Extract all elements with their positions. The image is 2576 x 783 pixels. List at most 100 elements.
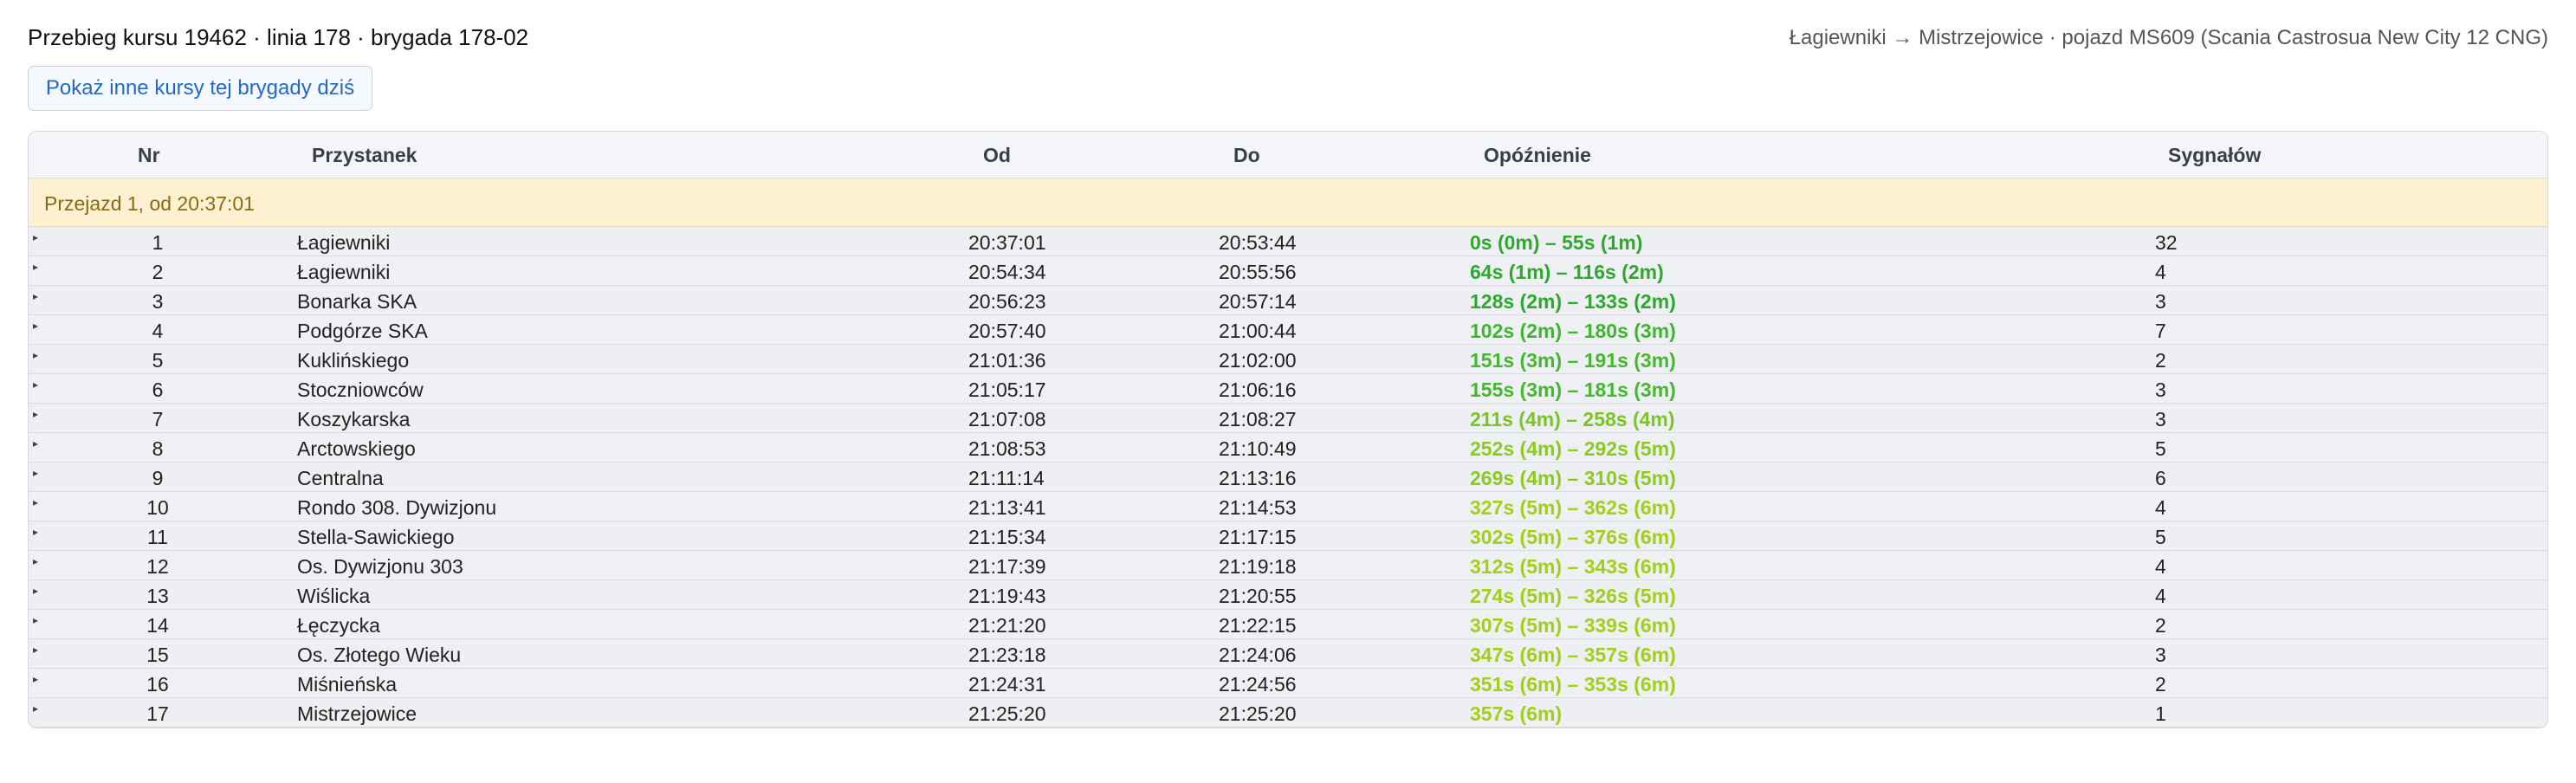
delay-range: 151s (3m) – 191s (3m) [1470, 349, 1676, 372]
delay-range: 128s (2m) – 133s (2m) [1470, 290, 1676, 313]
time-to: 21:14:53 [1219, 496, 1297, 519]
table-row[interactable]: ▸ 2 Łagiewniki 20:54:34 20:55:56 64s (1m) – 1… [29, 256, 2547, 286]
time-from: 21:23:18 [968, 644, 1046, 666]
signal-count: 32 [2155, 231, 2178, 254]
table-row[interactable]: ▸ 9 Centralna 21:11:14 21:13:16 269s (4m) – 3… [29, 463, 2547, 492]
table-row[interactable]: ▸ 1 Łagiewniki 20:37:01 20:53:44 0s (0m) – 55… [29, 227, 2547, 256]
expand-row-icon[interactable]: ▸ [33, 437, 38, 450]
stop-name: Os. Dywizjonu 303 [297, 555, 463, 578]
table-row[interactable]: ▸ 17 Mistrzejowice 21:25:20 21:25:20 357s (6m… [29, 698, 2547, 728]
expand-row-icon[interactable]: ▸ [33, 320, 38, 332]
delay-range: 0s (0m) – 55s (1m) [1470, 231, 1643, 254]
time-to: 21:10:49 [1219, 437, 1297, 460]
table-header: Nr Przystanek Od Do Opóźnienie Sygnałów [29, 132, 2547, 178]
expand-row-icon[interactable]: ▸ [33, 555, 38, 567]
signal-count: 2 [2155, 614, 2166, 637]
stop-name: Wiślicka [297, 585, 371, 607]
signal-count: 5 [2155, 437, 2166, 460]
stop-number: 4 [152, 320, 164, 342]
stop-number: 1 [152, 231, 164, 254]
stop-number: 12 [146, 555, 169, 578]
time-to: 21:13:16 [1219, 467, 1297, 489]
expand-row-icon[interactable]: ▸ [33, 614, 38, 626]
delay-range: 351s (6m) – 353s (6m) [1470, 673, 1676, 696]
stop-name: Os. Złotego Wieku [297, 644, 462, 666]
time-to: 21:22:15 [1219, 614, 1297, 637]
stop-number: 2 [152, 261, 164, 283]
signal-count: 3 [2155, 379, 2166, 401]
delay-range: 347s (6m) – 357s (6m) [1470, 644, 1676, 666]
expand-row-icon[interactable]: ▸ [33, 467, 38, 479]
time-to: 21:24:06 [1219, 644, 1297, 666]
stop-name: Mistrzejowice [297, 702, 417, 725]
stop-name: Łagiewniki [297, 261, 391, 283]
stop-number: 6 [152, 379, 164, 401]
expand-row-icon[interactable]: ▸ [33, 290, 38, 302]
column-header-nr: Nr [138, 144, 160, 166]
table-row[interactable]: ▸ 14 Łęczycka 21:21:20 21:22:15 307s (5m) – 3… [29, 610, 2547, 639]
column-header-signals: Sygnałów [2168, 144, 2262, 166]
stop-name: Podgórze SKA [297, 320, 428, 342]
expand-row-icon[interactable]: ▸ [33, 261, 38, 273]
stop-number: 3 [152, 290, 164, 313]
time-to: 21:00:44 [1219, 320, 1297, 342]
route-vehicle-info: Łagiewniki → Mistrzejowice · pojazd MS60… [1789, 26, 2548, 49]
expand-row-icon[interactable]: ▸ [33, 644, 38, 656]
time-to: 21:24:56 [1219, 673, 1297, 696]
stop-name: Łagiewniki [297, 231, 391, 254]
time-from: 21:24:31 [968, 673, 1046, 696]
table-row[interactable]: ▸ 7 Koszykarska 21:07:08 21:08:27 211s (4m) –… [29, 404, 2547, 433]
table-row[interactable]: ▸ 4 Podgórze SKA 20:57:40 21:00:44 102s (2m) … [29, 315, 2547, 345]
table-row[interactable]: ▸ 11 Stella-Sawickiego 21:15:34 21:17:15 302s… [29, 521, 2547, 551]
column-header-delay: Opóźnienie [1484, 144, 1591, 166]
time-from: 21:19:43 [968, 585, 1046, 607]
time-to: 21:02:00 [1219, 349, 1297, 372]
time-to: 21:20:55 [1219, 585, 1297, 607]
expand-row-icon[interactable]: ▸ [33, 673, 38, 685]
expand-row-icon[interactable]: ▸ [33, 231, 38, 243]
show-other-trips-button[interactable]: Pokaż inne kursy tej brygady dziś [28, 66, 372, 111]
expand-row-icon[interactable]: ▸ [33, 379, 38, 391]
stop-name: Miśnieńska [297, 673, 398, 696]
table-row[interactable]: ▸ 3 Bonarka SKA 20:56:23 20:57:14 128s (2m) –… [29, 286, 2547, 315]
stop-number: 9 [152, 467, 164, 489]
expand-row-icon[interactable]: ▸ [33, 526, 38, 538]
stop-number: 13 [146, 585, 169, 607]
time-from: 21:05:17 [968, 379, 1046, 401]
table-row[interactable]: ▸ 15 Os. Złotego Wieku 21:23:18 21:24:06 347s… [29, 639, 2547, 669]
stop-number: 8 [152, 437, 164, 460]
time-from: 21:11:14 [968, 467, 1045, 489]
stop-number: 10 [146, 496, 169, 519]
time-to: 21:08:27 [1219, 408, 1297, 430]
stop-number: 14 [146, 614, 169, 637]
table-row[interactable]: ▸ 8 Arctowskiego 21:08:53 21:10:49 252s (4m) … [29, 433, 2547, 463]
stop-name: Łęczycka [297, 614, 380, 637]
delay-range: 357s (6m) [1470, 702, 1563, 725]
delay-range: 274s (5m) – 326s (5m) [1470, 585, 1676, 607]
table-row[interactable]: ▸ 12 Os. Dywizjonu 303 21:17:39 21:19:18 312s… [29, 551, 2547, 580]
trip-group-header: Przejazd 1, od 20:37:01 [29, 178, 2547, 227]
time-to: 21:06:16 [1219, 379, 1297, 401]
signal-count: 2 [2155, 673, 2166, 696]
signal-count: 6 [2155, 467, 2166, 489]
signal-count: 5 [2155, 526, 2166, 548]
expand-row-icon[interactable]: ▸ [33, 349, 38, 361]
table-row[interactable]: ▸ 16 Miśnieńska 21:24:31 21:24:56 351s (6m) –… [29, 669, 2547, 698]
expand-row-icon[interactable]: ▸ [33, 585, 38, 597]
signal-count: 3 [2155, 290, 2166, 313]
time-from: 20:57:40 [968, 320, 1046, 342]
time-from: 21:21:20 [968, 614, 1046, 637]
time-from: 21:08:53 [968, 437, 1046, 460]
signal-count: 4 [2155, 585, 2166, 607]
expand-row-icon[interactable]: ▸ [33, 702, 38, 715]
stop-name: Centralna [297, 467, 384, 489]
expand-row-icon[interactable]: ▸ [33, 496, 38, 508]
table-row[interactable]: ▸ 10 Rondo 308. Dywizjonu 21:13:41 21:14:53 3… [29, 492, 2547, 521]
expand-row-icon[interactable]: ▸ [33, 408, 38, 420]
table-row[interactable]: ▸ 5 Kuklińskiego 21:01:36 21:02:00 151s (3m) … [29, 345, 2547, 374]
table-row[interactable]: ▸ 6 Stoczniowców 21:05:17 21:06:16 155s (3m) … [29, 374, 2547, 404]
signal-count: 4 [2155, 555, 2166, 578]
table-row[interactable]: ▸ 13 Wiślicka 21:19:43 21:20:55 274s (5m) – 3… [29, 580, 2547, 610]
time-from: 21:01:36 [968, 349, 1046, 372]
delay-range: 102s (2m) – 180s (3m) [1470, 320, 1676, 342]
